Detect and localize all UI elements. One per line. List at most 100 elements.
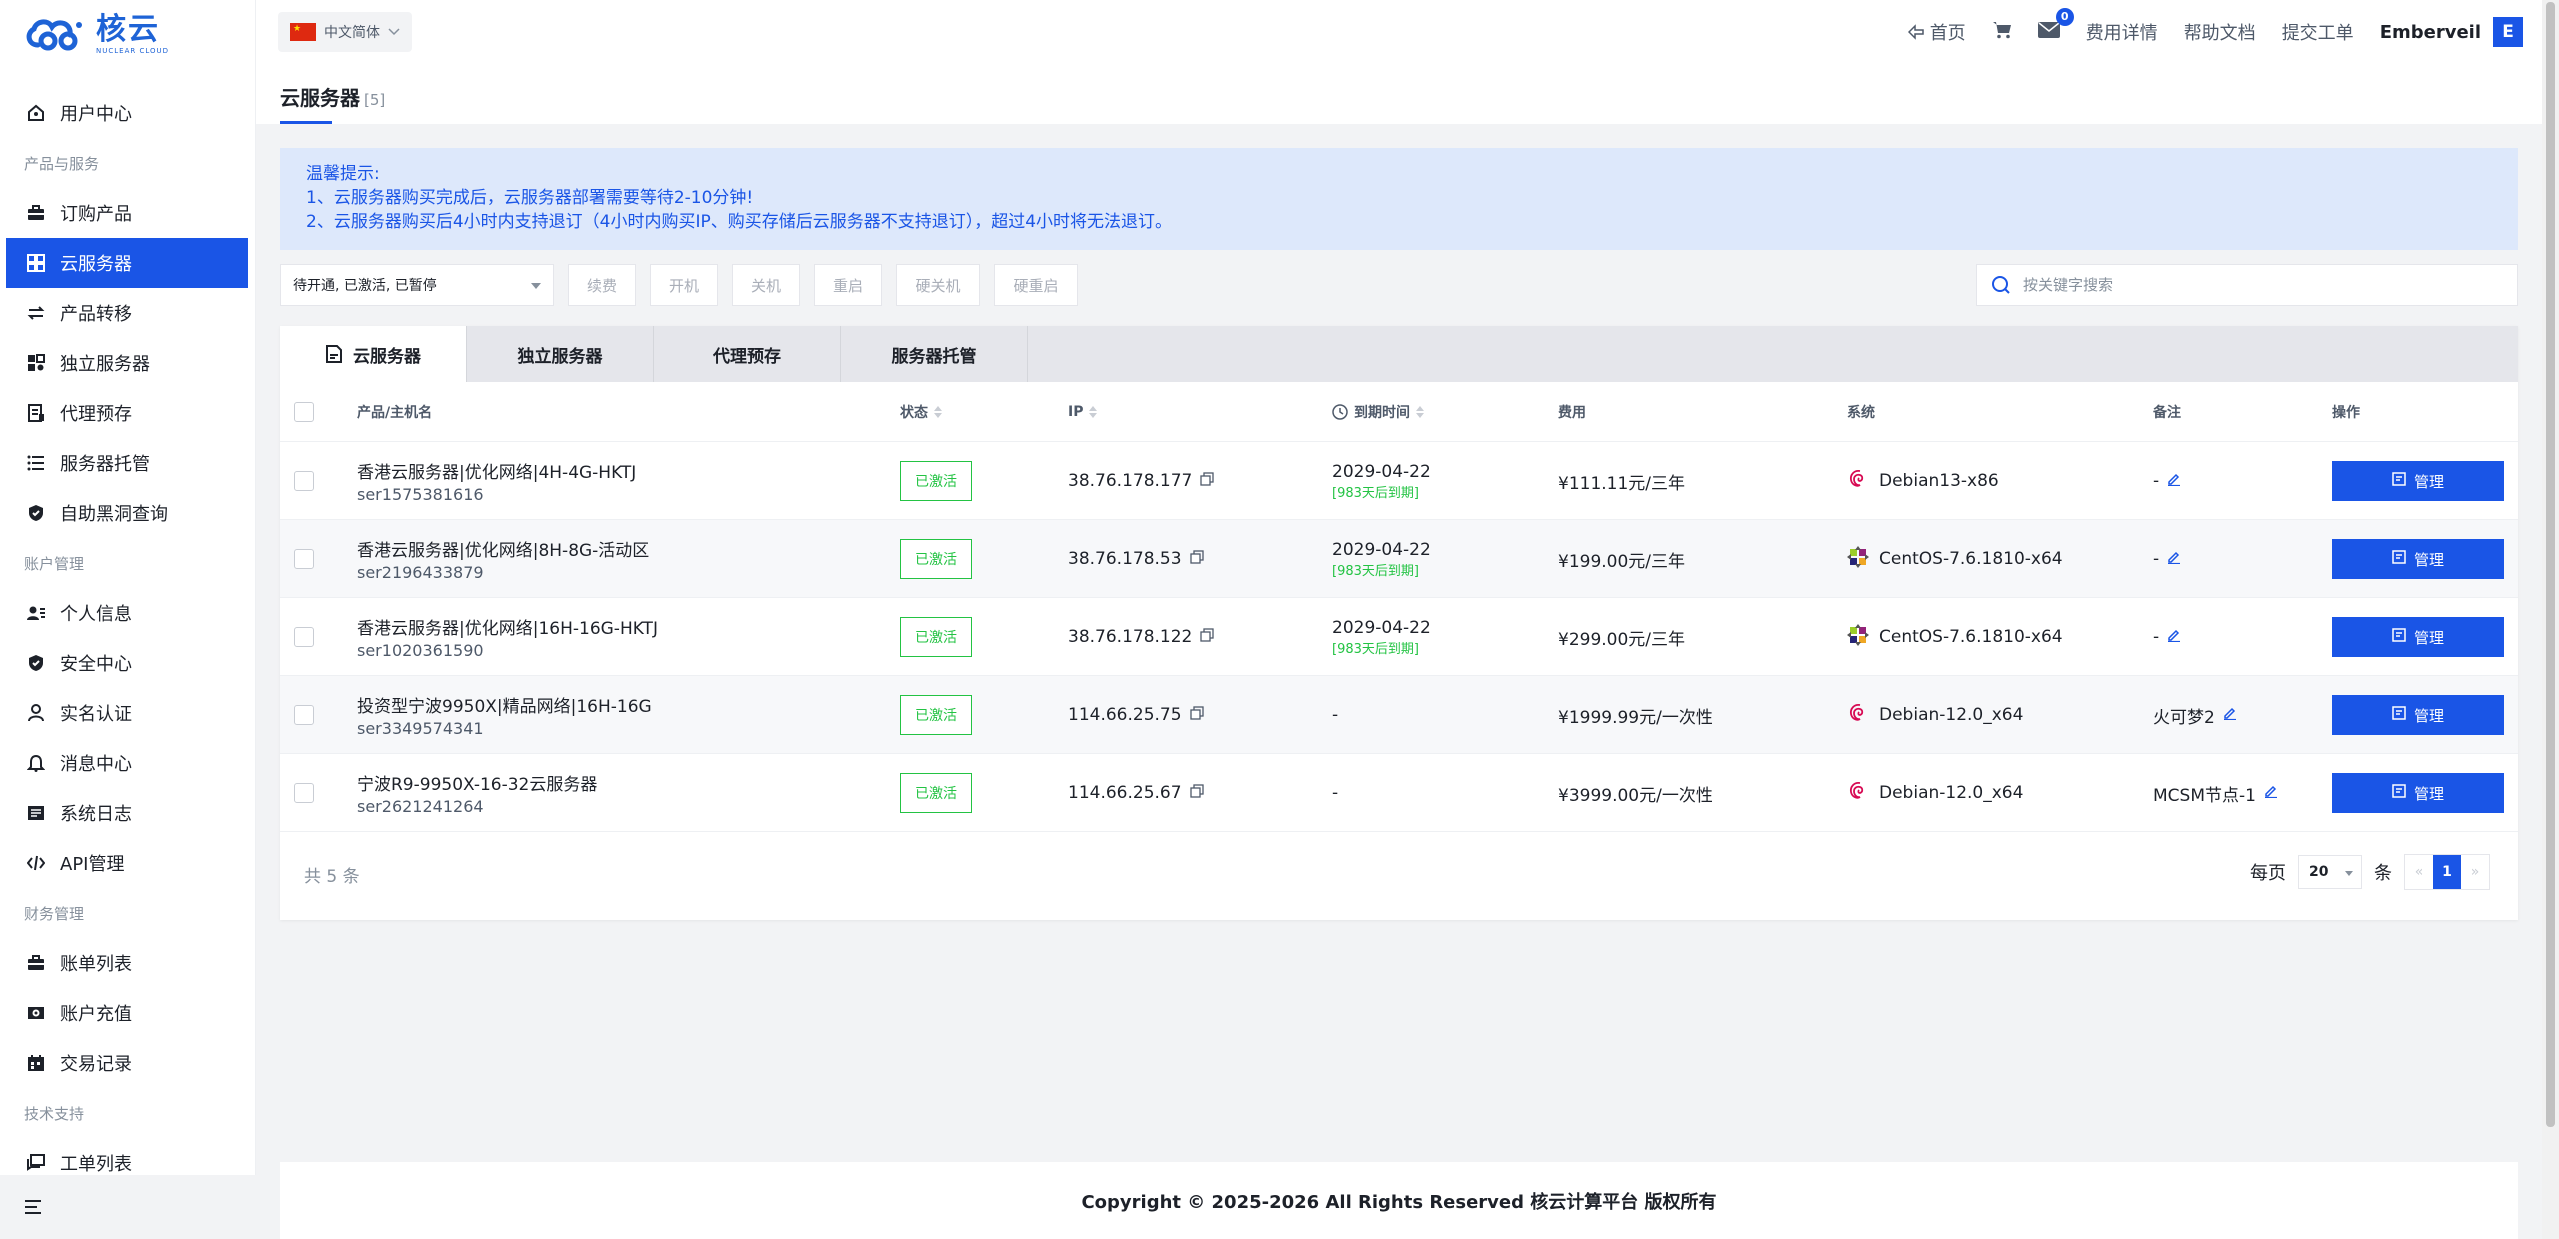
cart-icon[interactable]: [1992, 21, 2012, 44]
row-checkbox[interactable]: [294, 676, 314, 754]
notice-title: 温馨提示:: [306, 164, 380, 184]
copy-icon[interactable]: [1200, 627, 1215, 647]
page-header: 云服务器 [5]: [256, 64, 2542, 124]
hard-shutdown-button[interactable]: 硬关机: [896, 264, 980, 306]
sidebar-item-profile[interactable]: 个人信息: [0, 588, 256, 638]
product-name[interactable]: 宁波R9-9950X-16-32云服务器: [357, 770, 597, 795]
status-filter-select[interactable]: 待开通, 已激活, 已暂停: [280, 264, 554, 306]
status-cell: 已激活: [900, 754, 972, 832]
col-ip[interactable]: IP: [1068, 382, 1098, 442]
page-scrollbar[interactable]: [2542, 0, 2559, 1239]
edit-icon[interactable]: [2167, 549, 2181, 569]
sidebar-item-bills[interactable]: 账单列表: [0, 938, 256, 988]
sidebar-item-security[interactable]: 安全中心: [0, 638, 256, 688]
main-content: 云服务器 [5] 温馨提示: 1、云服务器购买完成后，云服务器部署需要等待2-10…: [256, 64, 2542, 1239]
sidebar-item-api[interactable]: API管理: [0, 838, 256, 888]
manage-button[interactable]: 管理: [2332, 695, 2504, 735]
sidebar-item-messages[interactable]: 消息中心: [0, 738, 256, 788]
col-expire[interactable]: 到期时间: [1332, 382, 1424, 442]
product-name[interactable]: 香港云服务器|优化网络|8H-8G-活动区: [357, 536, 649, 561]
sidebar-item-label: 工单列表: [60, 1154, 132, 1175]
sidebar-item-transfer[interactable]: 产品转移: [0, 288, 256, 338]
sidebar-item-syslog[interactable]: 系统日志: [0, 788, 256, 838]
row-checkbox[interactable]: [294, 442, 314, 520]
page-title-underline: [280, 121, 332, 124]
edit-icon[interactable]: [2167, 627, 2181, 647]
sidebar-item-proxy[interactable]: 代理预存: [0, 388, 256, 438]
edit-icon[interactable]: [2264, 783, 2278, 803]
manage-button[interactable]: 管理: [2332, 773, 2504, 813]
language-selector[interactable]: 中文简体: [278, 12, 412, 52]
ticket-link[interactable]: 提交工单: [2282, 19, 2354, 45]
col-status[interactable]: 状态: [900, 382, 942, 442]
restart-button[interactable]: 重启: [814, 264, 882, 306]
sidebar-item-hosting[interactable]: 服务器托管: [0, 438, 256, 488]
os-name: Debian13-x86: [1879, 471, 1999, 491]
manage-button[interactable]: 管理: [2332, 617, 2504, 657]
product-name[interactable]: 投资型宁波9950X|精品网络|16H-16G: [357, 692, 652, 717]
user-menu[interactable]: Emberveil E: [2380, 17, 2523, 47]
os-cell: Debian-12.0_x64: [1847, 676, 2023, 754]
sidebar-item-recharge[interactable]: 账户充值: [0, 988, 256, 1038]
product-name[interactable]: 香港云服务器|优化网络|4H-4G-HKTJ: [357, 458, 636, 483]
chat-icon: [26, 1153, 46, 1173]
sidebar-collapse-button[interactable]: [0, 1175, 256, 1239]
product-name[interactable]: 香港云服务器|优化网络|16H-16G-HKTJ: [357, 614, 658, 639]
copy-icon[interactable]: [1189, 783, 1204, 803]
copy-icon[interactable]: [1189, 549, 1204, 569]
tab-cloud[interactable]: 云服务器: [280, 326, 467, 382]
renew-button[interactable]: 续费: [568, 264, 636, 306]
row-checkbox[interactable]: [294, 598, 314, 676]
remark-text: MCSM节点-1: [2153, 785, 2256, 806]
per-page-select[interactable]: 20: [2298, 855, 2362, 889]
os-name: Debian-12.0_x64: [1879, 705, 2024, 725]
search-icon: [1992, 276, 2010, 294]
tab-proxy[interactable]: 代理预存: [654, 326, 841, 382]
fee-value: ¥1999.99元/一次性: [1558, 707, 1713, 728]
page-1-button[interactable]: 1: [2433, 855, 2461, 889]
shutdown-button[interactable]: 关机: [732, 264, 800, 306]
sidebar-item-blacklist[interactable]: 自助黑洞查询: [0, 488, 256, 538]
edit-icon[interactable]: [2223, 705, 2237, 725]
sort-icon: [1089, 406, 1098, 418]
prev-page-button[interactable]: «: [2405, 855, 2433, 889]
message-button[interactable]: 0: [2037, 7, 2074, 43]
server-doc-icon: [326, 345, 342, 363]
col-status-label: 状态: [900, 405, 928, 421]
sidebar-item-transactions[interactable]: 交易记录: [0, 1038, 256, 1088]
copy-icon[interactable]: [1200, 471, 1215, 491]
docs-link[interactable]: 帮助文档: [2184, 19, 2256, 45]
row-checkbox[interactable]: [294, 520, 314, 598]
language-label: 中文简体: [324, 25, 380, 41]
logo-text: 核云 NUCLEAR CLOUD: [96, 15, 169, 55]
logo[interactable]: 核云 NUCLEAR CLOUD: [24, 12, 169, 58]
row-checkbox[interactable]: [294, 754, 314, 832]
sidebar-item-dedicated[interactable]: 独立服务器: [0, 338, 256, 388]
sidebar-item-label: 消息中心: [60, 754, 132, 775]
home-link[interactable]: 首页: [1907, 19, 1966, 45]
home-icon: [26, 103, 46, 123]
sidebar-item-user-center[interactable]: 用户中心: [0, 88, 256, 138]
expire-cell: -: [1332, 754, 1338, 832]
manage-button[interactable]: 管理: [2332, 461, 2504, 501]
next-page-button[interactable]: »: [2461, 855, 2489, 889]
manage-button[interactable]: 管理: [2332, 539, 2504, 579]
sidebar-item-realname[interactable]: 实名认证: [0, 688, 256, 738]
avatar: E: [2493, 17, 2523, 47]
server-table-card: 云服务器 独立服务器 代理预存 服务器托管 产品/主机名 状态 IP 到期时间 …: [280, 326, 2518, 920]
os-name: CentOS-7.6.1810-x64: [1879, 627, 2063, 647]
mail-icon: [2037, 21, 2060, 38]
copy-icon[interactable]: [1189, 705, 1204, 725]
tab-dedicated[interactable]: 独立服务器: [467, 326, 654, 382]
start-button[interactable]: 开机: [650, 264, 718, 306]
sidebar-item-cloud[interactable]: 云服务器: [6, 238, 248, 288]
fees-link[interactable]: 费用详情: [2086, 19, 2158, 45]
hard-restart-button[interactable]: 硬重启: [994, 264, 1078, 306]
sidebar-item-order[interactable]: 订购产品: [0, 188, 256, 238]
tab-hosting[interactable]: 服务器托管: [841, 326, 1028, 382]
edit-icon[interactable]: [2167, 471, 2181, 491]
ip-address: 38.76.178.53: [1068, 549, 1182, 569]
scrollbar-thumb[interactable]: [2546, 2, 2555, 1127]
search-input[interactable]: [2023, 276, 2483, 294]
select-all-checkbox[interactable]: [294, 382, 314, 442]
